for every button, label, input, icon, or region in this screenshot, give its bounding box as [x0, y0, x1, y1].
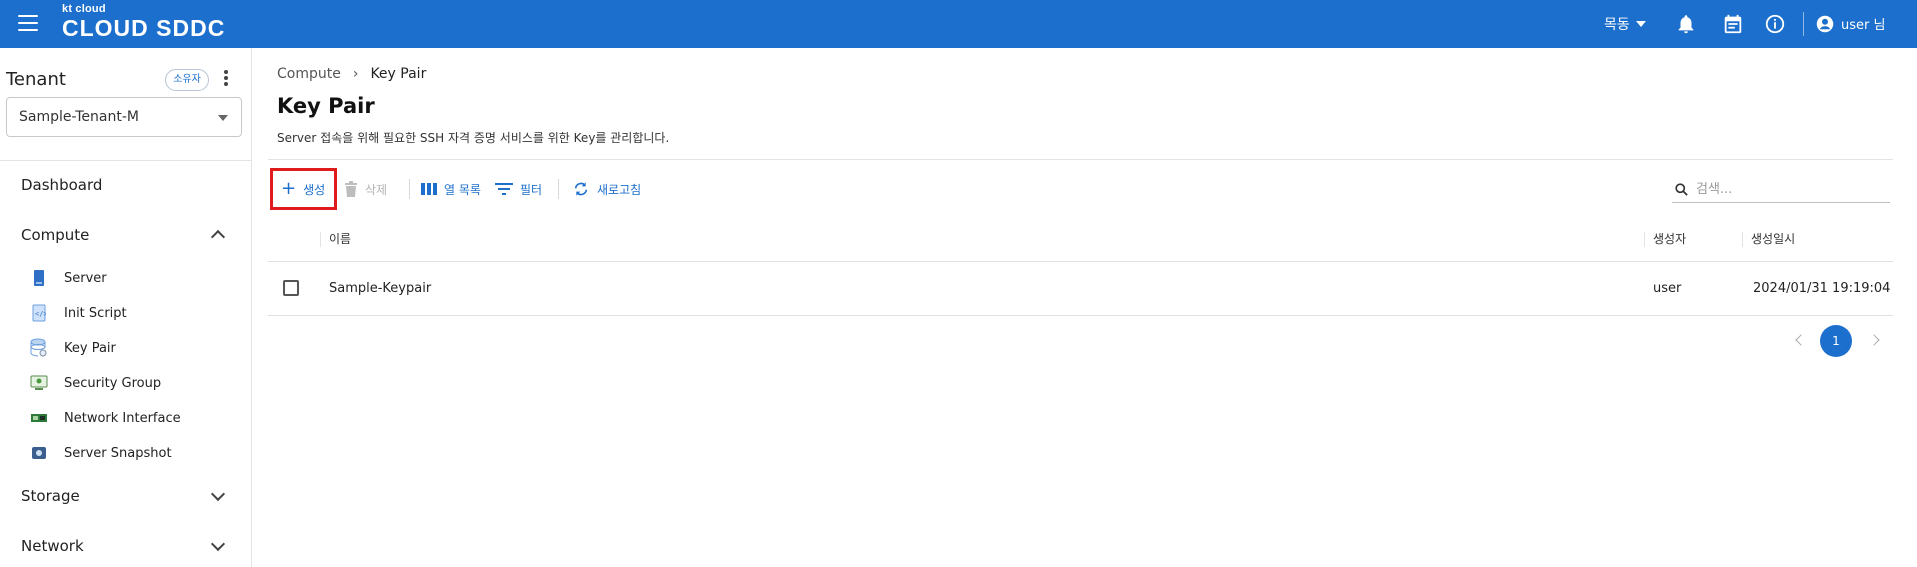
server-icon	[28, 268, 50, 288]
refresh-button[interactable]: 새로고침	[572, 179, 641, 199]
info-icon[interactable]	[1764, 13, 1786, 35]
nav-dashboard[interactable]: Dashboard	[21, 176, 102, 194]
svg-text:</>: </>	[35, 310, 46, 318]
sidebar-item-security-group[interactable]: Security Group	[28, 372, 161, 394]
divider	[409, 179, 410, 199]
tenant-select-value: Sample-Tenant-M	[19, 109, 139, 125]
sidebar-item-server[interactable]: Server	[28, 267, 107, 289]
security-group-icon	[28, 373, 50, 393]
sidebar-item-label: Init Script	[64, 305, 127, 321]
caret-down-icon	[1635, 21, 1646, 27]
breadcrumb: Compute › Key Pair	[277, 66, 426, 82]
divider	[0, 160, 251, 161]
top-app-bar: kt cloud CLOUD SDDC 목동 user 님	[0, 0, 1917, 48]
row-checkbox[interactable]	[283, 280, 299, 296]
columns-button[interactable]: 열 목록	[421, 179, 481, 199]
logo[interactable]: kt cloud CLOUD SDDC	[62, 3, 226, 42]
breadcrumb-current: Key Pair	[370, 66, 427, 82]
sidebar-item-network-interface[interactable]: Network Interface	[28, 407, 181, 429]
keypair-created: 2024/01/31 19:19:04	[1753, 281, 1891, 296]
keypair-name[interactable]: Sample-Keypair	[329, 281, 431, 296]
page-title: Key Pair	[277, 94, 375, 118]
table-row[interactable]: Sample-Keypair user 2024/01/31 19:19:04	[268, 263, 1893, 316]
chevron-right-icon: ›	[352, 66, 359, 82]
column-header-name[interactable]: 이름	[320, 232, 351, 247]
divider	[558, 179, 559, 199]
owner-badge: 소유자	[165, 69, 209, 91]
chevron-right-icon[interactable]	[1868, 334, 1880, 346]
logo-text: CLOUD SDDC	[62, 15, 226, 41]
snapshot-icon	[28, 443, 50, 463]
bell-icon[interactable]	[1675, 13, 1697, 35]
chevron-down-icon[interactable]	[210, 486, 226, 502]
menu-icon[interactable]	[18, 15, 38, 33]
divider	[1803, 12, 1804, 36]
user-menu[interactable]: user 님	[1816, 14, 1885, 33]
network-interface-icon	[28, 408, 50, 428]
create-label: 생성	[303, 182, 326, 197]
divider	[268, 159, 1893, 160]
tenant-title: Tenant	[6, 69, 66, 90]
chevron-left-icon[interactable]	[1795, 334, 1807, 346]
page-number-current[interactable]: 1	[1820, 325, 1852, 357]
caret-down-icon	[218, 115, 228, 121]
view-column-icon	[421, 183, 437, 195]
refresh-icon	[574, 182, 588, 196]
calendar-icon[interactable]	[1722, 13, 1744, 35]
page-description: Server 접속을 위해 필요한 SSH 자격 증명 서비스를 위한 Key를…	[277, 131, 670, 145]
script-icon: </>	[28, 303, 50, 323]
nav-compute[interactable]: Compute	[21, 226, 89, 244]
column-header-created[interactable]: 생성일시	[1742, 232, 1795, 247]
table-header: 이름 생성자 생성일시	[268, 218, 1893, 262]
account-icon	[1816, 15, 1834, 32]
search-input[interactable]	[1696, 182, 1876, 197]
sidebar-item-label: Security Group	[64, 375, 162, 391]
filter-icon	[495, 183, 513, 195]
more-vert-icon[interactable]	[220, 70, 232, 90]
user-label: user 님	[1841, 18, 1886, 33]
column-header-creator[interactable]: 생성자	[1644, 232, 1686, 247]
plus-icon: +	[281, 178, 297, 199]
tenant-select[interactable]: Sample-Tenant-M	[6, 97, 242, 137]
chevron-down-icon[interactable]	[210, 536, 226, 552]
keypair-creator: user	[1653, 281, 1682, 296]
trash-icon	[345, 181, 357, 197]
sidebar-item-label: Network Interface	[64, 410, 181, 426]
breadcrumb-compute[interactable]: Compute	[277, 66, 341, 82]
sidebar-item-label: Key Pair	[64, 340, 116, 356]
key-pair-icon	[28, 338, 50, 358]
sidebar-item-key-pair[interactable]: Key Pair	[28, 337, 116, 359]
sidebar-item-init-script[interactable]: </> Init Script	[28, 302, 127, 324]
filter-button[interactable]: 필터	[495, 179, 542, 199]
chevron-up-icon[interactable]	[210, 229, 226, 245]
logo-small-text: kt cloud	[62, 3, 106, 15]
region-label: 목동	[1604, 17, 1630, 33]
search-icon	[1675, 183, 1688, 196]
nav-storage[interactable]: Storage	[21, 487, 80, 505]
sidebar-item-server-snapshot[interactable]: Server Snapshot	[28, 442, 172, 464]
nav-network[interactable]: Network	[21, 537, 84, 555]
sidebar-item-label: Server	[64, 270, 107, 286]
delete-label: 삭제	[365, 182, 388, 197]
refresh-label: 새로고침	[597, 182, 642, 197]
sidebar: Tenant 소유자 Sample-Tenant-M Dashboard Com…	[0, 48, 252, 567]
delete-button[interactable]: 삭제	[344, 179, 387, 199]
search-box	[1672, 177, 1890, 203]
filter-label: 필터	[520, 182, 543, 197]
sidebar-item-label: Server Snapshot	[64, 445, 172, 461]
region-select[interactable]: 목동	[1604, 14, 1646, 34]
columns-label: 열 목록	[444, 182, 481, 197]
create-button[interactable]: + 생성	[281, 179, 325, 199]
